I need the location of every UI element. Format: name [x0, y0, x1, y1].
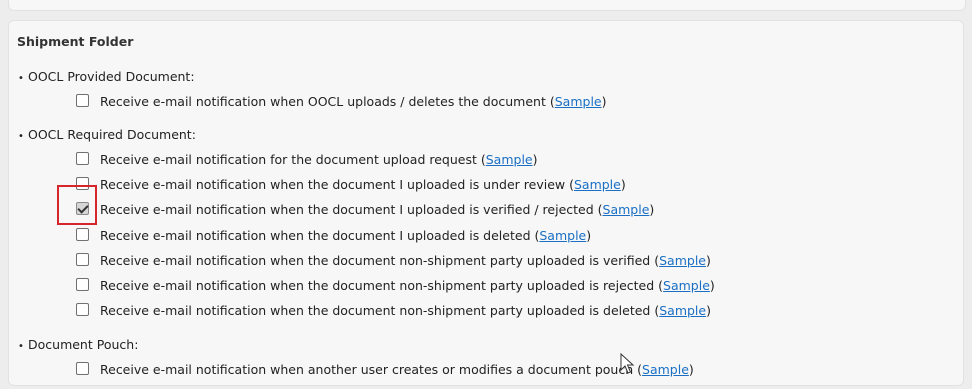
bullet-icon: • — [18, 131, 24, 142]
bullet-icon: • — [18, 341, 24, 352]
sample-link[interactable]: Sample — [663, 278, 710, 293]
sample-link[interactable]: Sample — [574, 177, 621, 192]
bullet-icon: • — [18, 73, 24, 84]
option-label: Receive e-mail notification for the docu… — [100, 152, 477, 167]
checkbox[interactable] — [76, 228, 89, 241]
sample-link[interactable]: Sample — [659, 303, 706, 318]
option-label: Receive e-mail notification when OOCL up… — [100, 94, 546, 109]
sample-link[interactable]: Sample — [659, 253, 706, 268]
sample-link[interactable]: Sample — [486, 152, 533, 167]
sample-link[interactable]: Sample — [603, 202, 650, 217]
option-label: Receive e-mail notification when the doc… — [100, 177, 566, 192]
option-label: Receive e-mail notification when the doc… — [100, 253, 651, 268]
section-label-pouch: • Document Pouch: — [18, 337, 138, 353]
sample-link[interactable]: Sample — [642, 362, 689, 377]
sample-link[interactable]: Sample — [539, 228, 586, 243]
checkbox[interactable] — [76, 303, 89, 316]
option-label: Receive e-mail notification when the doc… — [100, 278, 655, 293]
highlight-box — [57, 185, 97, 225]
option-label: Receive e-mail notification when another… — [100, 362, 634, 377]
checkbox[interactable] — [76, 253, 89, 266]
panel-title: Shipment Folder — [17, 34, 134, 49]
section-label-required: • OOCL Required Document: — [18, 127, 196, 143]
option-label: Receive e-mail notification when the doc… — [100, 303, 651, 318]
checkbox[interactable] — [76, 278, 89, 291]
checkbox[interactable] — [76, 152, 89, 165]
option-label: Receive e-mail notification when the doc… — [100, 228, 531, 243]
checkbox[interactable] — [76, 94, 89, 107]
checkbox[interactable] — [76, 362, 89, 375]
option-label: Receive e-mail notification when the doc… — [100, 202, 594, 217]
sample-link[interactable]: Sample — [555, 94, 602, 109]
previous-panel-edge — [8, 0, 966, 11]
mouse-cursor-icon — [620, 353, 635, 374]
section-label-provided: • OOCL Provided Document: — [18, 69, 195, 85]
